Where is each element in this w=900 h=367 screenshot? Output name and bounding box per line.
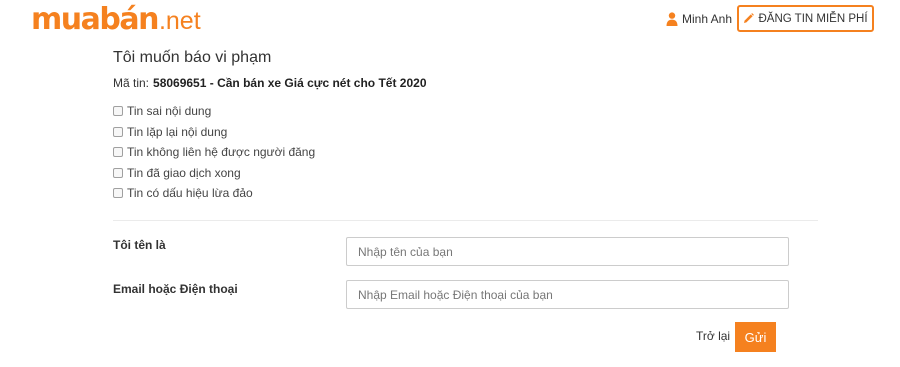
reason-option[interactable]: Tin sai nội dung <box>113 101 315 122</box>
reason-option[interactable]: Tin đã giao dịch xong <box>113 163 315 184</box>
name-input[interactable] <box>346 237 789 266</box>
reason-option[interactable]: Tin lặp lại nội dung <box>113 122 315 143</box>
contact-label: Email hoặc Điện thoại <box>113 282 238 296</box>
pencil-icon <box>743 13 755 24</box>
logo-tld-text: .net <box>158 7 201 35</box>
post-button-label: ĐĂNG TIN MIỄN PHÍ <box>758 12 868 25</box>
listing-title: 58069651 - Cần bán xe Giá cực nét cho Tế… <box>153 76 427 90</box>
page-title: Tôi muốn báo vi phạm <box>113 49 272 66</box>
send-button[interactable]: Gửi <box>735 322 776 352</box>
reason-option[interactable]: Tin không liên hệ được người đăng <box>113 142 315 163</box>
checkbox[interactable] <box>113 188 123 199</box>
name-label: Tôi tên là <box>113 238 166 252</box>
report-reason-list: Tin sai nội dung Tin lặp lại nội dung Ti… <box>113 101 315 204</box>
reason-label: Tin không liên hệ được người đăng <box>127 145 316 160</box>
back-link[interactable]: Trở lại <box>696 329 730 343</box>
reason-label: Tin sai nội dung <box>127 104 212 119</box>
user-name: Minh Anh <box>682 12 733 26</box>
reason-label: Tin lặp lại nội dung <box>127 124 228 139</box>
site-logo[interactable]: muabán .net <box>31 4 201 36</box>
contact-input[interactable] <box>346 280 789 309</box>
reason-label: Tin đã giao dịch xong <box>127 165 241 180</box>
logo-brand-text: muabán <box>31 2 159 37</box>
checkbox[interactable] <box>113 106 123 117</box>
checkbox[interactable] <box>113 147 123 158</box>
reason-option[interactable]: Tin có dấu hiệu lừa đảo <box>113 183 315 204</box>
section-divider <box>113 220 818 221</box>
checkbox[interactable] <box>113 126 123 137</box>
user-icon <box>666 12 678 26</box>
reason-label: Tin có dấu hiệu lừa đảo <box>127 186 253 201</box>
listing-info: Mã tin: 58069651 - Cần bán xe Giá cực nét… <box>113 76 427 90</box>
user-account-link[interactable]: Minh Anh <box>666 11 732 27</box>
listing-id-label: Mã tin: <box>113 76 150 90</box>
checkbox[interactable] <box>113 167 123 178</box>
post-free-listing-button[interactable]: ĐĂNG TIN MIỄN PHÍ <box>737 5 874 32</box>
